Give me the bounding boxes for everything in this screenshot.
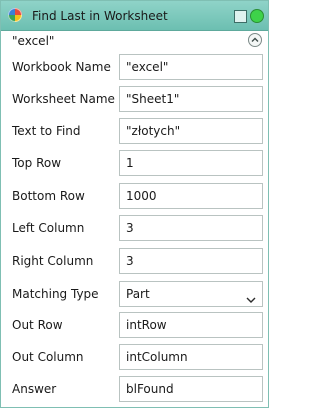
out-row-label: Out Row	[12, 318, 63, 332]
chevron-down-icon[interactable]	[246, 289, 256, 306]
out-column-field[interactable]: intColumn	[119, 344, 263, 370]
app-logo-icon	[8, 8, 22, 22]
bottom-row-field[interactable]: 1000	[119, 183, 263, 209]
summary-value: "excel"	[12, 34, 55, 48]
row-out-row: Out Row intRow	[1, 309, 268, 339]
status-indicator-icon	[250, 9, 264, 23]
row-answer: Answer blFound	[1, 373, 268, 403]
row-workbook-name: Workbook Name "excel"	[1, 51, 268, 81]
row-text-to-find: Text to Find "złotych"	[1, 115, 268, 145]
summary-header: "excel"	[1, 31, 268, 51]
row-right-column: Right Column 3	[1, 245, 268, 275]
text-to-find-field[interactable]: "złotych"	[119, 118, 263, 144]
row-out-column: Out Column intColumn	[1, 341, 268, 371]
left-column-field[interactable]: 3	[119, 215, 263, 241]
answer-field[interactable]: blFound	[119, 376, 263, 402]
worksheet-name-field[interactable]: "Sheet1"	[119, 86, 263, 112]
text-to-find-label: Text to Find	[12, 124, 81, 138]
out-row-field[interactable]: intRow	[119, 312, 263, 338]
row-top-row: Top Row 1	[1, 147, 268, 177]
row-worksheet-name: Worksheet Name "Sheet1"	[1, 83, 268, 113]
row-bottom-row: Bottom Row 1000	[1, 180, 268, 210]
window-title: Find Last in Worksheet	[32, 9, 168, 23]
activity-panel: Find Last in Worksheet "excel" Workbook …	[0, 0, 269, 408]
title-bar: Find Last in Worksheet	[1, 1, 268, 31]
collapse-chevron-up-icon[interactable]	[248, 33, 262, 47]
row-left-column: Left Column 3	[1, 212, 268, 242]
matching-type-select[interactable]: Part	[119, 281, 263, 307]
collapse-toggle-icon[interactable]	[234, 10, 247, 23]
matching-type-label: Matching Type	[12, 287, 99, 301]
bottom-row-label: Bottom Row	[12, 189, 85, 203]
top-row-label: Top Row	[12, 156, 62, 170]
out-column-label: Out Column	[12, 350, 84, 364]
workbook-name-field[interactable]: "excel"	[119, 54, 263, 80]
right-column-label: Right Column	[12, 254, 94, 268]
top-row-field[interactable]: 1	[119, 150, 263, 176]
workbook-name-label: Workbook Name	[12, 60, 111, 74]
row-matching-type: Matching Type Part	[1, 278, 268, 308]
matching-type-value: Part	[126, 287, 150, 301]
left-column-label: Left Column	[12, 221, 85, 235]
right-column-field[interactable]: 3	[119, 248, 263, 274]
worksheet-name-label: Worksheet Name	[12, 92, 115, 106]
answer-label: Answer	[12, 382, 57, 396]
